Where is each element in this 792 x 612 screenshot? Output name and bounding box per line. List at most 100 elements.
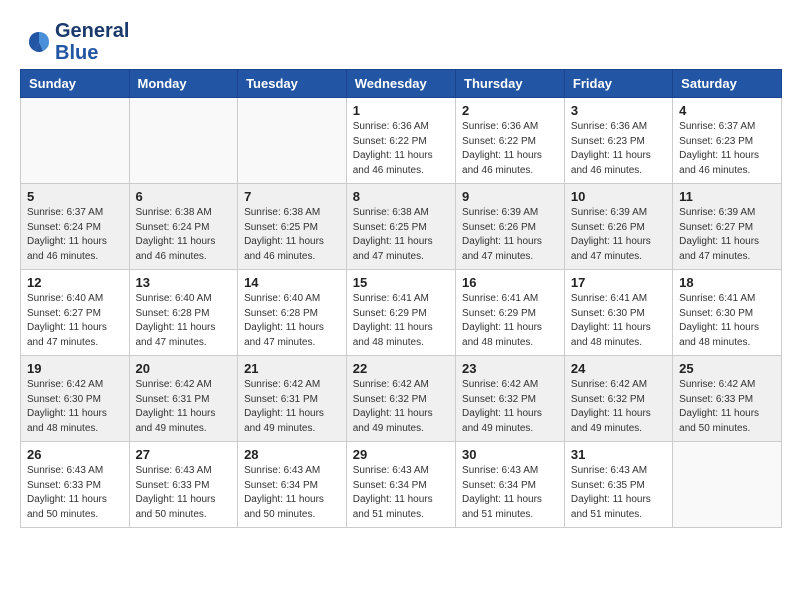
weekday-header-monday: Monday <box>129 70 238 98</box>
day-info: Sunrise: 6:40 AM Sunset: 6:28 PM Dayligh… <box>136 292 232 350</box>
calendar-cell: 11Sunrise: 6:39 AM Sunset: 6:27 PM Dayli… <box>673 184 782 270</box>
calendar-cell: 27 Sunrise: 6:43 AM Sunset: 6:33 PM Dayli… <box>129 442 238 528</box>
calendar-cell <box>129 98 238 184</box>
weekday-header-friday: Friday <box>564 70 672 98</box>
day-info: Sunrise: 6:38 AM Sunset: 6:25 PM Dayligh… <box>353 206 449 264</box>
calendar-cell: 7 Sunrise: 6:38 AM Sunset: 6:25 PM Daylig… <box>238 184 347 270</box>
day-number: 15 <box>353 275 449 290</box>
calendar-cell: 22 Sunrise: 6:42 AM Sunset: 6:32 PM Dayli… <box>346 356 455 442</box>
day-info: Sunrise: 6:43 AM Sunset: 6:33 PM Dayligh… <box>27 464 123 522</box>
day-info: Sunrise: 6:40 AM Sunset: 6:28 PM Dayligh… <box>244 292 340 350</box>
day-number: 24 <box>571 361 666 376</box>
calendar-cell: 31Sunrise: 6:43 AM Sunset: 6:35 PM Dayli… <box>564 442 672 528</box>
day-info: Sunrise: 6:42 AM Sunset: 6:32 PM Dayligh… <box>571 378 666 436</box>
day-info: Sunrise: 6:42 AM Sunset: 6:30 PM Dayligh… <box>27 378 123 436</box>
day-info: Sunrise: 6:39 AM Sunset: 6:26 PM Dayligh… <box>462 206 558 264</box>
day-number: 30 <box>462 447 558 462</box>
day-info: Sunrise: 6:41 AM Sunset: 6:29 PM Dayligh… <box>353 292 449 350</box>
day-number: 7 <box>244 189 340 204</box>
calendar-cell: 9 Sunrise: 6:39 AM Sunset: 6:26 PM Daylig… <box>456 184 565 270</box>
day-info: Sunrise: 6:43 AM Sunset: 6:34 PM Dayligh… <box>353 464 449 522</box>
day-number: 28 <box>244 447 340 462</box>
calendar-cell: 28 Sunrise: 6:43 AM Sunset: 6:34 PM Dayli… <box>238 442 347 528</box>
calendar-cell: 17 Sunrise: 6:41 AM Sunset: 6:30 PM Dayli… <box>564 270 672 356</box>
logo-text: General Blue <box>55 20 129 64</box>
calendar-cell: 8 Sunrise: 6:38 AM Sunset: 6:25 PM Daylig… <box>346 184 455 270</box>
day-number: 13 <box>136 275 232 290</box>
weekday-header-saturday: Saturday <box>673 70 782 98</box>
calendar-cell: 13 Sunrise: 6:40 AM Sunset: 6:28 PM Dayli… <box>129 270 238 356</box>
day-info: Sunrise: 6:42 AM Sunset: 6:31 PM Dayligh… <box>244 378 340 436</box>
page-header: General Blue <box>10 10 782 69</box>
calendar-cell: 12Sunrise: 6:40 AM Sunset: 6:27 PM Dayli… <box>21 270 130 356</box>
calendar-week-row: 19 Sunrise: 6:42 AM Sunset: 6:30 PM Dayli… <box>21 356 782 442</box>
calendar-cell: 1 Sunrise: 6:36 AM Sunset: 6:22 PM Daylig… <box>346 98 455 184</box>
day-info: Sunrise: 6:43 AM Sunset: 6:34 PM Dayligh… <box>462 464 558 522</box>
day-number: 1 <box>353 103 449 118</box>
day-info: Sunrise: 6:42 AM Sunset: 6:32 PM Dayligh… <box>462 378 558 436</box>
day-info: Sunrise: 6:38 AM Sunset: 6:24 PM Dayligh… <box>136 206 232 264</box>
day-number: 27 <box>136 447 232 462</box>
day-info: Sunrise: 6:41 AM Sunset: 6:30 PM Dayligh… <box>571 292 666 350</box>
logo-icon <box>25 28 53 56</box>
calendar-cell: 4 Sunrise: 6:37 AM Sunset: 6:23 PM Daylig… <box>673 98 782 184</box>
calendar-cell: 19 Sunrise: 6:42 AM Sunset: 6:30 PM Dayli… <box>21 356 130 442</box>
day-info: Sunrise: 6:43 AM Sunset: 6:34 PM Dayligh… <box>244 464 340 522</box>
day-info: Sunrise: 6:38 AM Sunset: 6:25 PM Dayligh… <box>244 206 340 264</box>
day-number: 22 <box>353 361 449 376</box>
day-number: 25 <box>679 361 775 376</box>
calendar-week-row: 5Sunrise: 6:37 AM Sunset: 6:24 PM Daylig… <box>21 184 782 270</box>
day-info: Sunrise: 6:41 AM Sunset: 6:29 PM Dayligh… <box>462 292 558 350</box>
calendar-cell: 23 Sunrise: 6:42 AM Sunset: 6:32 PM Dayli… <box>456 356 565 442</box>
calendar-cell: 15 Sunrise: 6:41 AM Sunset: 6:29 PM Dayli… <box>346 270 455 356</box>
day-number: 23 <box>462 361 558 376</box>
weekday-header-row: SundayMondayTuesdayWednesdayThursdayFrid… <box>21 70 782 98</box>
day-info: Sunrise: 6:42 AM Sunset: 6:31 PM Dayligh… <box>136 378 232 436</box>
calendar-cell: 29 Sunrise: 6:43 AM Sunset: 6:34 PM Dayli… <box>346 442 455 528</box>
calendar-week-row: 1 Sunrise: 6:36 AM Sunset: 6:22 PM Daylig… <box>21 98 782 184</box>
day-info: Sunrise: 6:41 AM Sunset: 6:30 PM Dayligh… <box>679 292 775 350</box>
day-number: 16 <box>462 275 558 290</box>
day-info: Sunrise: 6:36 AM Sunset: 6:22 PM Dayligh… <box>353 120 449 178</box>
day-number: 4 <box>679 103 775 118</box>
day-number: 14 <box>244 275 340 290</box>
day-info: Sunrise: 6:43 AM Sunset: 6:33 PM Dayligh… <box>136 464 232 522</box>
day-info: Sunrise: 6:36 AM Sunset: 6:22 PM Dayligh… <box>462 120 558 178</box>
calendar-week-row: 12Sunrise: 6:40 AM Sunset: 6:27 PM Dayli… <box>21 270 782 356</box>
day-number: 2 <box>462 103 558 118</box>
day-number: 26 <box>27 447 123 462</box>
calendar-cell: 18 Sunrise: 6:41 AM Sunset: 6:30 PM Dayli… <box>673 270 782 356</box>
day-number: 5 <box>27 189 123 204</box>
calendar-cell: 20 Sunrise: 6:42 AM Sunset: 6:31 PM Dayli… <box>129 356 238 442</box>
day-number: 18 <box>679 275 775 290</box>
day-number: 17 <box>571 275 666 290</box>
day-number: 20 <box>136 361 232 376</box>
day-number: 9 <box>462 189 558 204</box>
day-number: 12 <box>27 275 123 290</box>
day-number: 31 <box>571 447 666 462</box>
calendar-cell: 10Sunrise: 6:39 AM Sunset: 6:26 PM Dayli… <box>564 184 672 270</box>
calendar-cell: 3 Sunrise: 6:36 AM Sunset: 6:23 PM Daylig… <box>564 98 672 184</box>
calendar-cell: 16 Sunrise: 6:41 AM Sunset: 6:29 PM Dayli… <box>456 270 565 356</box>
calendar-cell: 26 Sunrise: 6:43 AM Sunset: 6:33 PM Dayli… <box>21 442 130 528</box>
day-info: Sunrise: 6:37 AM Sunset: 6:23 PM Dayligh… <box>679 120 775 178</box>
calendar-cell <box>21 98 130 184</box>
day-info: Sunrise: 6:39 AM Sunset: 6:26 PM Dayligh… <box>571 206 666 264</box>
calendar-table: SundayMondayTuesdayWednesdayThursdayFrid… <box>20 69 782 528</box>
day-info: Sunrise: 6:36 AM Sunset: 6:23 PM Dayligh… <box>571 120 666 178</box>
weekday-header-tuesday: Tuesday <box>238 70 347 98</box>
day-number: 3 <box>571 103 666 118</box>
day-number: 6 <box>136 189 232 204</box>
day-number: 19 <box>27 361 123 376</box>
day-number: 21 <box>244 361 340 376</box>
calendar-cell: 21 Sunrise: 6:42 AM Sunset: 6:31 PM Dayli… <box>238 356 347 442</box>
day-number: 11 <box>679 189 775 204</box>
day-number: 29 <box>353 447 449 462</box>
day-info: Sunrise: 6:42 AM Sunset: 6:33 PM Dayligh… <box>679 378 775 436</box>
day-info: Sunrise: 6:42 AM Sunset: 6:32 PM Dayligh… <box>353 378 449 436</box>
logo: General Blue <box>25 20 129 64</box>
weekday-header-sunday: Sunday <box>21 70 130 98</box>
day-number: 8 <box>353 189 449 204</box>
calendar-cell <box>673 442 782 528</box>
calendar-cell: 6 Sunrise: 6:38 AM Sunset: 6:24 PM Daylig… <box>129 184 238 270</box>
